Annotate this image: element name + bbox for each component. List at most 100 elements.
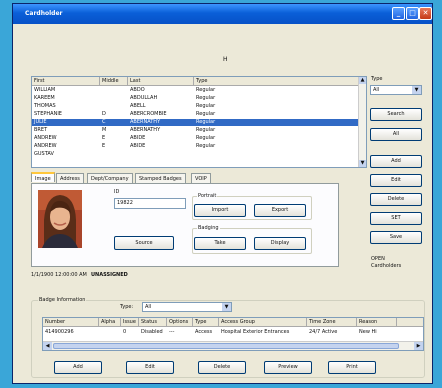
- badge-cell: 0: [123, 329, 127, 335]
- badge-horizontal-scrollbar[interactable]: ◀ ▶: [43, 341, 423, 350]
- badge-column-header-options[interactable]: Options: [167, 318, 193, 327]
- column-header-middle[interactable]: Middle: [100, 77, 128, 86]
- column-header-first[interactable]: First: [32, 77, 100, 86]
- tab-stamped-badges[interactable]: Stamped Badges: [135, 173, 186, 183]
- list-cell-first: THOMAS: [34, 103, 56, 109]
- list-cell-type: Regular: [196, 111, 216, 117]
- list-cell-type: Regular: [196, 119, 216, 125]
- list-cell-first: KAREEM: [34, 95, 55, 101]
- list-cell-last: ABERNATHY: [130, 119, 161, 125]
- column-header-type[interactable]: Type: [194, 77, 360, 86]
- maximize-icon[interactable]: □: [406, 7, 419, 20]
- tab-voip[interactable]: VOIP: [191, 173, 211, 183]
- list-cell-middle: E: [102, 135, 106, 141]
- list-item[interactable]: KAREEM ABDULLAH Regular: [32, 95, 358, 102]
- window-title: Cardholder: [25, 10, 63, 17]
- list-item[interactable]: BRET M ABERNATHY Regular: [32, 127, 358, 134]
- list-cell-type: Regular: [196, 143, 216, 149]
- badge-edit-button[interactable]: Edit: [126, 361, 174, 374]
- badge-cell: New Hi: [359, 329, 377, 335]
- badge-print-button[interactable]: Print: [328, 361, 376, 374]
- heading-text: H: [223, 56, 228, 63]
- list-item[interactable]: ANDREW E ABIDE Regular: [32, 135, 358, 142]
- list-item[interactable]: ANDREW E ABIDE Regular: [32, 143, 358, 150]
- tab-dept-company[interactable]: Dept/Company: [87, 173, 133, 183]
- badge-cell: Disabled: [141, 329, 163, 335]
- type-filter-select[interactable]: All ▼: [370, 85, 422, 95]
- badge-column-header-status[interactable]: Status: [139, 318, 167, 327]
- badge-column-header-time-zone[interactable]: Time Zone: [307, 318, 357, 327]
- scroll-right-icon[interactable]: ▶: [414, 342, 423, 350]
- badge-column-header-reason[interactable]: Reason: [357, 318, 397, 327]
- add-button[interactable]: Add: [370, 155, 422, 168]
- list-cell-type: Regular: [196, 87, 216, 93]
- list-cell-middle: C: [102, 119, 106, 125]
- id-field[interactable]: 19822: [114, 198, 186, 209]
- badge-type-value: All: [145, 304, 152, 310]
- badge-type-select[interactable]: All ▼: [142, 302, 232, 312]
- chevron-down-icon[interactable]: ▼: [412, 86, 421, 94]
- badge-preview-button[interactable]: Preview: [264, 361, 312, 374]
- status-value: UNASSIGNED: [91, 272, 128, 278]
- source-button[interactable]: Source: [114, 236, 174, 250]
- badge-cell: Access: [195, 329, 213, 335]
- badge-grid-header: Number Alpha Issue Status Options Type Access …: [43, 318, 423, 327]
- cardholder-list[interactable]: First Middle Last Type WILLIAM ABDO Regula…: [31, 76, 367, 168]
- list-cell-type: Regular: [196, 127, 216, 133]
- delete-button[interactable]: Delete: [370, 193, 422, 206]
- list-cell-middle: M: [102, 127, 107, 133]
- list-cell-first: ANDREW: [34, 143, 57, 149]
- scroll-up-icon[interactable]: ▲: [359, 77, 366, 84]
- badge-delete-button[interactable]: Delete: [198, 361, 246, 374]
- chevron-down-icon[interactable]: ▼: [222, 303, 231, 311]
- open-note: OPEN: [371, 256, 385, 262]
- minimize-icon[interactable]: _: [392, 7, 405, 20]
- list-item[interactable]: JULIE C ABERNATHY Regular: [32, 119, 358, 126]
- list-item[interactable]: STEPHANIE D ABERCROMBIE Regular: [32, 111, 358, 118]
- export-button[interactable]: Export: [254, 204, 306, 217]
- table-row[interactable]: 414900296 0 Disabled --- Access Hospital Exte…: [43, 328, 423, 337]
- list-item[interactable]: THOMAS ABELL Regular: [32, 103, 358, 110]
- list-header: First Middle Last Type: [32, 77, 360, 86]
- list-cell-middle: D: [102, 111, 106, 117]
- badge-column-header-type[interactable]: Type: [193, 318, 219, 327]
- edit-button[interactable]: Edit: [370, 174, 422, 187]
- portrait-group-label: Portrait: [197, 193, 218, 199]
- badge-cell: 414900296: [45, 329, 74, 335]
- tab-image[interactable]: Image: [31, 172, 55, 182]
- badge-column-header-issue[interactable]: Issue: [121, 318, 139, 327]
- list-cell-middle: E: [102, 143, 106, 149]
- list-cell-first: JULIE: [34, 119, 47, 125]
- badge-column-header-number[interactable]: Number: [43, 318, 99, 327]
- badge-column-header-access-group[interactable]: Access Group: [219, 318, 307, 327]
- cardholders-note: Cardholders: [371, 263, 402, 269]
- close-icon[interactable]: ✕: [419, 7, 432, 20]
- scroll-down-icon[interactable]: ▼: [359, 160, 366, 167]
- list-cell-last: ABIDE: [130, 135, 146, 141]
- type-filter-label: Type: [371, 76, 383, 82]
- badge-cell: 24/7 Active: [309, 329, 338, 335]
- list-cell-first: BRET: [34, 127, 48, 133]
- cardholder-window: Cardholder _ □ ✕ H First Middle Last Typ…: [12, 3, 433, 384]
- column-header-last[interactable]: Last: [128, 77, 194, 86]
- list-item[interactable]: GUSTAV: [32, 151, 358, 158]
- take-button[interactable]: Take: [194, 237, 246, 250]
- title-bar[interactable]: Cardholder _ □ ✕: [13, 4, 432, 24]
- search-button[interactable]: Search: [370, 108, 422, 121]
- tab-address[interactable]: Address: [56, 173, 84, 183]
- set-button[interactable]: SET: [370, 212, 422, 225]
- save-button[interactable]: Save: [370, 231, 422, 244]
- badge-add-button[interactable]: Add: [54, 361, 102, 374]
- scroll-thumb[interactable]: [53, 343, 399, 349]
- all-button[interactable]: All: [370, 128, 422, 141]
- list-cell-last: ABERNATHY: [130, 127, 161, 133]
- import-button[interactable]: Import: [194, 204, 246, 217]
- badge-cell: ---: [169, 329, 175, 335]
- badge-column-header-alpha[interactable]: Alpha: [99, 318, 121, 327]
- badge-grid[interactable]: Number Alpha Issue Status Options Type Access …: [42, 317, 424, 351]
- scroll-left-icon[interactable]: ◀: [43, 342, 52, 350]
- list-vertical-scrollbar[interactable]: ▲ ▼: [358, 77, 366, 167]
- list-item[interactable]: WILLIAM ABDO Regular: [32, 87, 358, 94]
- list-cell-last: ABERCROMBIE: [130, 111, 167, 117]
- display-button[interactable]: Display: [254, 237, 306, 250]
